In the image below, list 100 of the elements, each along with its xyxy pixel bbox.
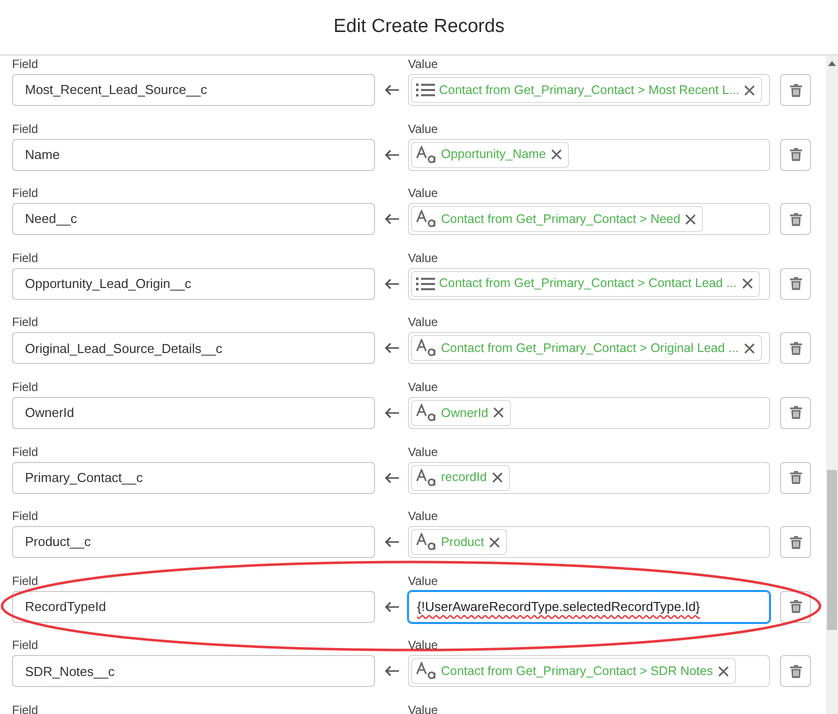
value-pill[interactable]: recordId	[411, 464, 510, 491]
remove-button[interactable]	[683, 214, 698, 225]
field-input[interactable]: Primary_Contact__c	[12, 462, 375, 494]
value-label: Value	[408, 56, 438, 72]
remove-button[interactable]	[548, 149, 564, 160]
field-label: Field	[12, 444, 40, 460]
field-label: Field	[12, 120, 40, 137]
delete-icon	[790, 277, 802, 290]
text-type-icon	[416, 662, 438, 680]
field-label: Field	[12, 508, 40, 524]
field-label: Field	[12, 250, 40, 266]
list-icon	[416, 83, 436, 97]
value-label: Value	[408, 250, 438, 266]
delete-button[interactable]	[780, 203, 811, 236]
value-input[interactable]: Contact from Get_Primary_Contact > Most Recent L...	[408, 74, 770, 106]
delete-button[interactable]	[780, 332, 811, 364]
delete-button[interactable]	[780, 138, 811, 171]
value-input[interactable]: Opportunity_Name	[408, 138, 770, 171]
value-input[interactable]: OwnerId	[408, 396, 770, 429]
value-input[interactable]: Contact from Get_Primary_Contact > Contact Lead ...	[408, 268, 770, 300]
arrow-left-icon	[384, 472, 400, 484]
value-pill[interactable]: Contact from Get_Primary_Contact > SDR Notes	[411, 658, 736, 684]
value-input[interactable]: Product	[408, 526, 770, 558]
delete-icon	[790, 342, 802, 355]
delete-icon	[790, 148, 802, 162]
remove-button[interactable]	[740, 278, 755, 290]
remove-button[interactable]	[491, 407, 506, 418]
arrow-left-icon	[384, 213, 400, 226]
value-pill[interactable]: OwnerId	[411, 400, 512, 426]
value-pill[interactable]: Contact from Get_Primary_Contact > Need	[411, 206, 704, 232]
list-icon	[416, 276, 436, 291]
text-type-icon	[416, 146, 438, 164]
dialog-title: Edit Create Records	[333, 14, 505, 39]
value-pill[interactable]: Contact from Get_Primary_Contact > Most Recent L...	[411, 77, 762, 103]
delete-icon	[790, 664, 802, 678]
field-input[interactable]: Need__c	[12, 203, 375, 236]
field-input[interactable]: Original_Lead_Source_Details__c	[12, 332, 375, 364]
field-input[interactable]: RecordTypeId	[12, 590, 375, 623]
value-label: Value	[408, 314, 438, 330]
field-label: Field	[12, 572, 40, 589]
field-label: Field	[12, 314, 40, 330]
arrow-left-icon	[384, 342, 400, 354]
arrow-left-icon	[384, 84, 400, 96]
delete-icon	[790, 471, 802, 484]
remove-button[interactable]	[742, 84, 758, 96]
value-label: Value	[408, 637, 438, 654]
remove-button[interactable]	[716, 666, 731, 677]
value-pill[interactable]: Opportunity_Name	[411, 142, 569, 168]
scrollbar-thumb[interactable]	[827, 470, 837, 630]
field-input[interactable]: Product__c	[12, 526, 375, 558]
value-input[interactable]: Contact from Get_Primary_Contact > SDR Notes	[408, 655, 770, 688]
field-input[interactable]: Most_Recent_Lead_Source__c	[12, 74, 375, 106]
text-type-icon	[416, 210, 438, 228]
field-input[interactable]: Opportunity_Lead_Origin__c	[12, 268, 375, 300]
delete-button[interactable]	[780, 74, 811, 106]
delete-button[interactable]	[780, 462, 811, 494]
text-type-icon	[416, 339, 438, 358]
text-type-icon	[416, 404, 438, 422]
value-label: Value	[408, 120, 438, 137]
value-input[interactable]: Contact from Get_Primary_Contact > Original Lead ...	[408, 332, 770, 364]
value-input[interactable]: {!UserAwareRecordType.selectedRecordType.Id}	[408, 590, 770, 623]
value-label: Value	[408, 185, 438, 202]
delete-button[interactable]	[780, 268, 811, 300]
arrow-left-icon	[384, 600, 400, 613]
scroll-up-icon[interactable]	[828, 60, 836, 66]
field-label: Field	[12, 56, 40, 72]
remove-button[interactable]	[490, 472, 505, 484]
delete-icon	[790, 406, 802, 420]
text-type-icon	[416, 468, 438, 487]
field-input[interactable]: SDR_Notes__c	[12, 655, 375, 688]
delete-button[interactable]	[780, 396, 811, 429]
value-label: Value	[408, 444, 438, 460]
delete-icon	[790, 84, 802, 96]
value-label: Value	[408, 378, 438, 395]
arrow-left-icon	[384, 148, 400, 161]
remove-button[interactable]	[742, 342, 757, 354]
value-pill[interactable]: Contact from Get_Primary_Contact > Contact Lead ...	[411, 270, 760, 297]
arrow-left-icon	[384, 278, 400, 290]
value-label: Value	[408, 572, 438, 589]
value-input[interactable]: recordId	[408, 462, 770, 494]
field-input[interactable]: OwnerId	[12, 396, 375, 429]
value-pill[interactable]: Contact from Get_Primary_Contact > Original Lead ...	[411, 335, 762, 362]
value-input[interactable]: Contact from Get_Primary_Contact > Need	[408, 203, 770, 236]
value-label: Value	[408, 702, 438, 714]
scrollbar[interactable]	[826, 56, 838, 714]
remove-button[interactable]	[487, 536, 502, 548]
delete-icon	[790, 536, 802, 549]
arrow-left-icon	[384, 406, 400, 419]
field-input[interactable]: Name	[12, 138, 375, 171]
field-label: Field	[12, 637, 40, 654]
value-pill[interactable]: Product	[411, 529, 508, 556]
text-type-icon	[416, 533, 438, 552]
arrow-left-icon	[384, 665, 400, 678]
value-label: Value	[408, 508, 438, 524]
delete-button[interactable]	[780, 655, 811, 688]
delete-button[interactable]	[780, 590, 811, 623]
field-label: Field	[12, 702, 40, 714]
arrow-left-icon	[384, 536, 400, 548]
delete-button[interactable]	[780, 526, 811, 558]
delete-icon	[790, 212, 802, 226]
